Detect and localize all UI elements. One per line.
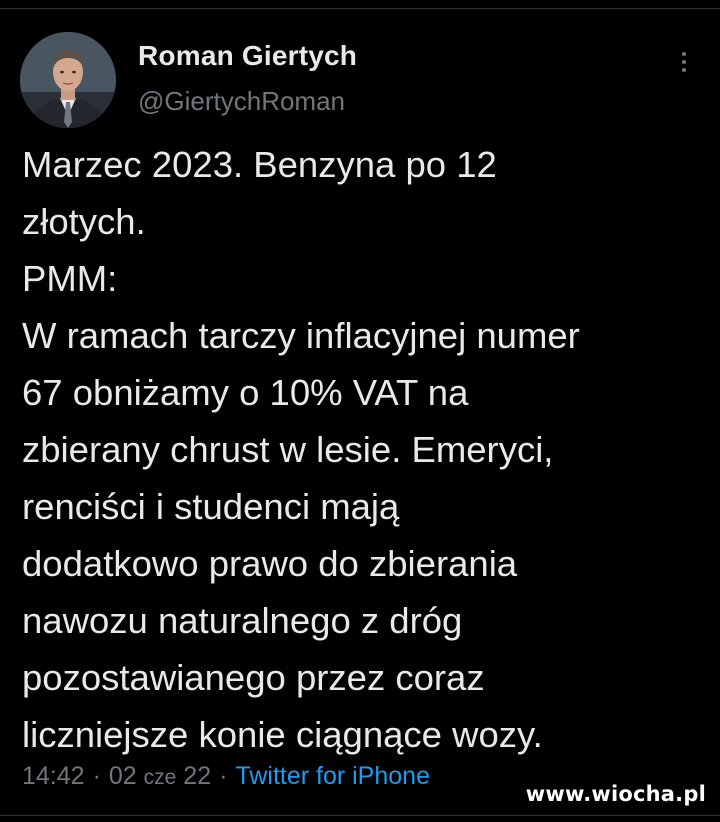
site-watermark: www.wiocha.pl bbox=[525, 782, 706, 806]
author-name[interactable]: Roman Giertych bbox=[138, 40, 357, 72]
tweet-text-line: pozostawianego przez coraz bbox=[22, 657, 485, 698]
tweet-metadata: 14:42 · 02 cze 22 · Twitter for iPhone bbox=[22, 762, 430, 791]
bottom-divider bbox=[0, 815, 720, 816]
tweet-date-day[interactable]: 02 bbox=[109, 762, 137, 790]
tweet-text-line: nawozu naturalnego z dróg bbox=[22, 600, 463, 641]
profile-photo bbox=[20, 32, 116, 128]
tweet-date-month[interactable]: cze bbox=[144, 766, 177, 789]
more-dot bbox=[682, 60, 686, 64]
tweet-source-link[interactable]: Twitter for iPhone bbox=[235, 762, 430, 790]
tweet-text-line: 67 obniżamy o 10% VAT na bbox=[22, 372, 469, 413]
tweet-text-line: W ramach tarczy inflacyjnej numer bbox=[22, 315, 580, 356]
author-handle[interactable]: @GiertychRoman bbox=[138, 86, 345, 117]
tweet-text-line: PMM: bbox=[22, 258, 118, 299]
tweet-time[interactable]: 14:42 bbox=[22, 762, 85, 790]
tweet-text-line: renciści i studenci mają bbox=[22, 486, 400, 527]
tweet-text: Marzec 2023. Benzyna po 12 złotych. PMM:… bbox=[22, 136, 712, 763]
tweet-text-line: liczniejsze konie ciągnące wozy. bbox=[22, 714, 543, 755]
more-dot bbox=[682, 52, 686, 56]
tweet: Roman Giertych @GiertychRoman Marzec 202… bbox=[0, 0, 720, 822]
more-dot bbox=[682, 68, 686, 72]
tweet-text-line: zbierany chrust w lesie. Emeryci, bbox=[22, 429, 554, 470]
avatar[interactable] bbox=[20, 32, 116, 128]
tweet-text-line: dodatkowo prawo do zbierania bbox=[22, 543, 518, 584]
tweet-text-line: Marzec 2023. Benzyna po 12 bbox=[22, 144, 497, 185]
meta-separator: · bbox=[92, 762, 101, 790]
more-vertical-icon[interactable] bbox=[672, 44, 696, 80]
meta-separator: · bbox=[219, 762, 228, 790]
tweet-date-year[interactable]: 22 bbox=[183, 762, 211, 790]
tweet-text-line: złotych. bbox=[22, 201, 146, 242]
